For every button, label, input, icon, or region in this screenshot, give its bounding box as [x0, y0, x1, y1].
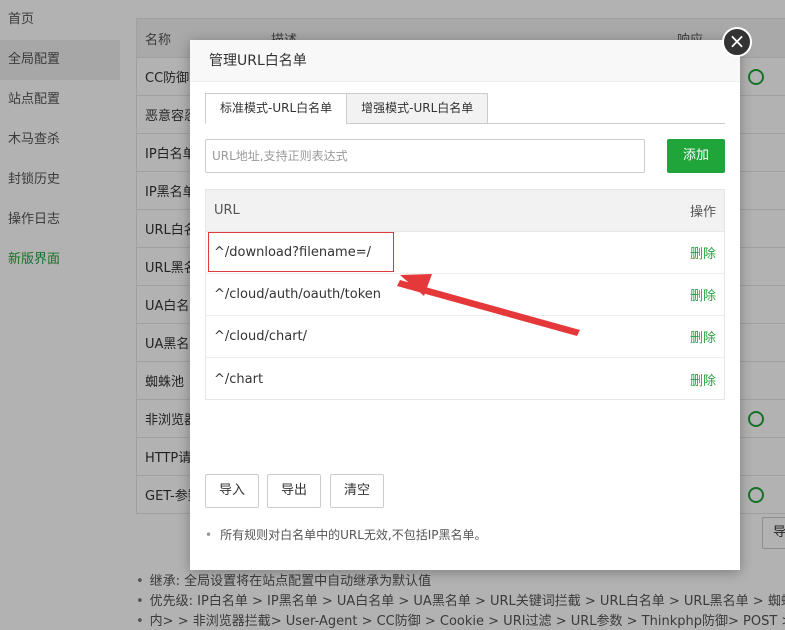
annotation-arrow-icon	[397, 274, 580, 336]
close-icon[interactable]: ×	[722, 27, 752, 57]
